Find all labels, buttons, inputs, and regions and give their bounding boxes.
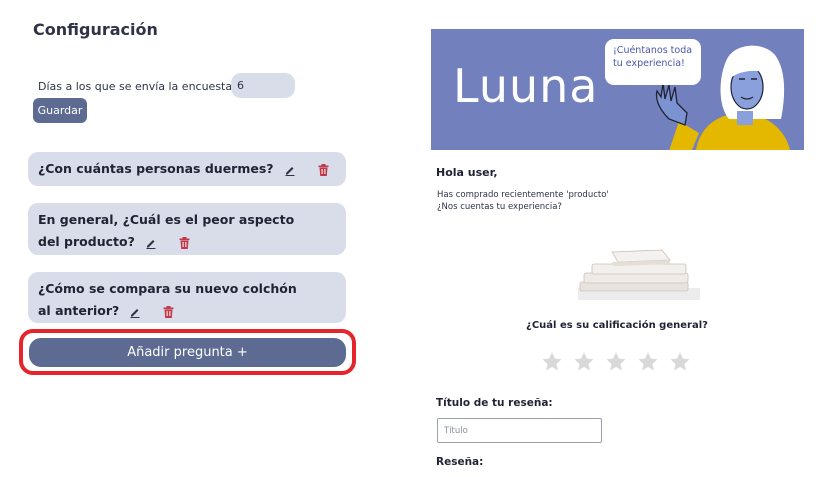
brand-logo: Luuna <box>453 59 599 113</box>
star-icon[interactable] <box>573 351 595 373</box>
add-question-highlight <box>19 329 356 375</box>
star-icon[interactable] <box>669 351 691 373</box>
email-message-line: ¿Nos cuentas tu experiencia? <box>437 202 562 212</box>
question-text: En general, ¿Cuál es el peor aspecto del… <box>38 212 295 249</box>
rating-question: ¿Cuál es su calificación general? <box>526 320 708 331</box>
page-title: Configuración <box>33 20 158 39</box>
trash-icon[interactable] <box>179 236 190 249</box>
survey-days-input[interactable] <box>231 73 295 98</box>
question-card: En general, ¿Cuál es el peor aspecto del… <box>28 203 346 255</box>
email-message-line: Has comprado recientemente 'producto' <box>437 190 609 200</box>
email-greeting: Hola user, <box>436 166 498 179</box>
edit-pencil-icon[interactable] <box>129 306 141 318</box>
edit-pencil-icon[interactable] <box>284 164 296 176</box>
edit-pencil-icon[interactable] <box>145 237 157 249</box>
review-title-label: Título de tu reseña: <box>436 397 553 409</box>
product-image <box>578 246 700 300</box>
trash-icon[interactable] <box>163 305 174 318</box>
question-text: ¿Con cuántas personas duermes? <box>38 161 274 176</box>
bubble-line: tu experiencia! <box>613 58 685 69</box>
email-message: Has comprado recientemente 'producto' ¿N… <box>437 189 609 213</box>
star-icon[interactable] <box>637 351 659 373</box>
speech-bubble: ¡Cuéntanos toda tu experiencia! <box>605 39 701 85</box>
trash-icon[interactable] <box>318 163 329 176</box>
question-card: ¿Cómo se compara su nuevo colchón al ant… <box>28 272 346 323</box>
star-icon[interactable] <box>541 351 563 373</box>
review-title-input[interactable] <box>437 418 602 443</box>
survey-days-label: Días a los que se envía la encuesta: <box>38 80 236 93</box>
review-label: Reseña: <box>436 456 484 468</box>
email-banner: Luuna ¡Cuéntanos toda tu experiencia! <box>431 29 804 150</box>
bubble-line: ¡Cuéntanos toda <box>613 45 693 56</box>
question-card: ¿Con cuántas personas duermes? <box>28 152 346 186</box>
star-icon[interactable] <box>605 351 627 373</box>
save-button[interactable]: Guardar <box>33 98 87 123</box>
